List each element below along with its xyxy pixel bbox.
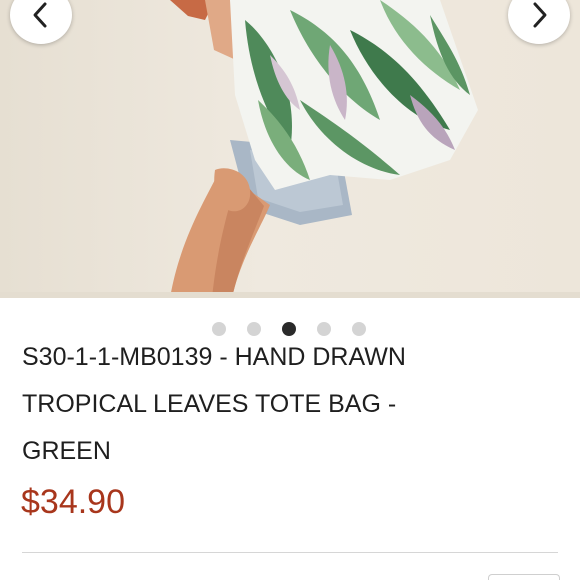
product-title-line: TROPICAL LEAVES TOTE BAG - xyxy=(22,390,397,418)
product-price: $34.90 xyxy=(21,483,125,521)
product-photo xyxy=(170,0,478,298)
partial-button-edge[interactable] xyxy=(488,574,560,580)
product-title-line: GREEN xyxy=(22,437,111,465)
product-image-gallery[interactable] xyxy=(0,0,580,298)
photo-floor xyxy=(0,292,580,298)
product-title-line: S30-1-1-MB0139 - HAND DRAWN xyxy=(22,343,406,371)
product-page: S30-1-1-MB0139 - HAND DRAWN TROPICAL LEA… xyxy=(0,0,580,580)
product-title: S30-1-1-MB0139 - HAND DRAWN TROPICAL LEA… xyxy=(22,334,542,475)
section-divider xyxy=(22,552,558,553)
chevron-right-icon xyxy=(533,2,547,28)
chevron-left-icon xyxy=(33,2,47,28)
